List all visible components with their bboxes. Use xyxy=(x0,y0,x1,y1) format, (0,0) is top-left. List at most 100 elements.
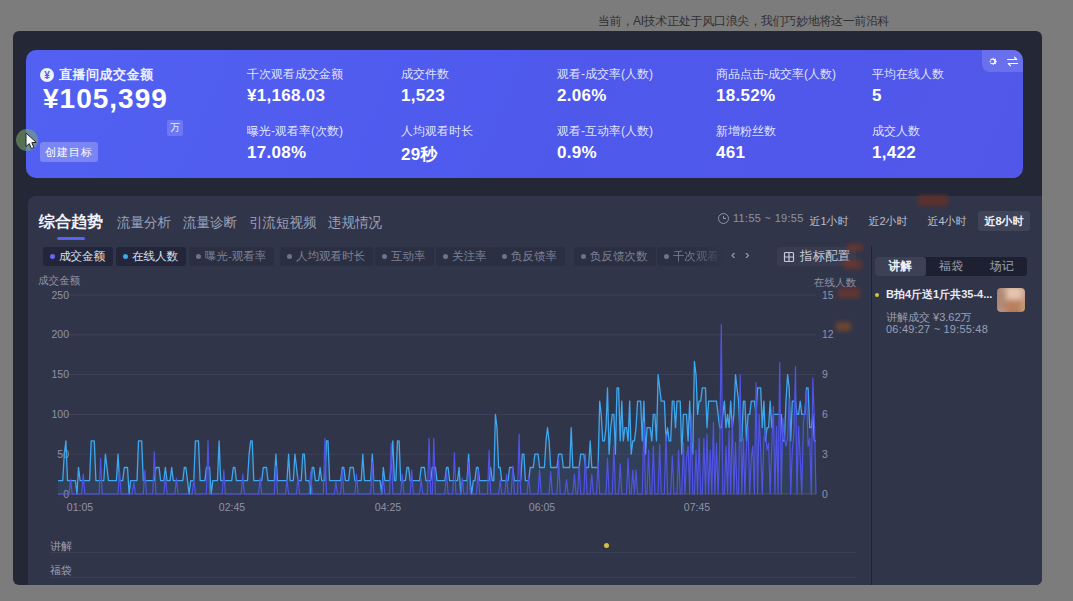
legend-dot xyxy=(443,254,448,259)
banner-metric: 成交人数 1,422 xyxy=(872,123,920,163)
legend-chip[interactable]: 负反馈率 xyxy=(495,247,565,266)
legend-dot xyxy=(196,254,201,259)
metric-value: 1,422 xyxy=(872,143,920,163)
legend-label: 互动率 xyxy=(391,249,426,264)
legend-chip[interactable]: 在线人数 xyxy=(116,247,186,266)
legend-label: 负反馈率 xyxy=(511,249,557,264)
legend-next-icon[interactable]: › xyxy=(745,247,749,262)
legend-chip[interactable]: 成交金额 xyxy=(43,247,113,266)
metric-value: 29秒 xyxy=(401,143,473,166)
banner-metric: 千次观看成交金额¥1,168.03 xyxy=(247,66,343,106)
range-button[interactable]: 近8小时 xyxy=(978,211,1030,231)
metric-label: 商品点击-成交率(人数) xyxy=(716,66,836,83)
swap-icon[interactable] xyxy=(1006,56,1019,67)
legend-label: 在线人数 xyxy=(132,249,178,264)
track-marker xyxy=(604,543,609,548)
metric-label: 平均在线人数 xyxy=(872,66,944,83)
banner-metric: 商品点击-成交率(人数) 18.52% xyxy=(716,66,836,106)
banner-metric: 新增粉丝数 461 xyxy=(716,123,776,163)
trend-chart[interactable]: 25015200121509100650300成交金额在线人数01:0502:4… xyxy=(28,271,871,521)
legend-prev-icon[interactable]: ‹ xyxy=(731,247,735,262)
legend-chip[interactable]: 负反馈次数 xyxy=(574,247,656,266)
redacted-smudge xyxy=(847,244,863,251)
mouse-cursor-icon xyxy=(25,133,38,150)
x-tick: 06:05 xyxy=(529,501,555,513)
y-left-tick: 50 xyxy=(57,448,69,460)
legend-chip[interactable]: 关注率 xyxy=(436,247,495,266)
range-button[interactable]: 近4小时 xyxy=(921,211,973,231)
legend-dot xyxy=(664,254,669,259)
redacted-smudge xyxy=(836,322,851,331)
clock-icon xyxy=(718,213,729,224)
metric-value: 461 xyxy=(716,143,776,163)
track-line xyxy=(50,577,856,578)
legend-chip[interactable]: 互动率 xyxy=(375,247,434,266)
banner-metric: 人均观看时长 29秒 xyxy=(401,123,473,166)
track-label-2: 福袋 xyxy=(50,563,72,578)
metric-label: 曝光-观看率(次数) xyxy=(247,123,343,140)
banner-metric: 观看-互动率(人数) 0.9% xyxy=(557,123,653,163)
x-tick: 02:45 xyxy=(219,501,245,513)
banner-toolbar xyxy=(982,50,1023,72)
redacted-smudge xyxy=(918,195,948,206)
legend-dot xyxy=(123,254,128,259)
tab-3[interactable]: 流量诊断 xyxy=(183,214,237,232)
metric-value: 0.9% xyxy=(557,143,653,163)
range-button[interactable]: 近2小时 xyxy=(862,211,914,231)
y-left-title: 成交金额 xyxy=(38,274,81,286)
metric-label: 新增粉丝数 xyxy=(716,123,776,140)
legend-label: 成交金额 xyxy=(59,249,105,264)
metric-value: 2.06% xyxy=(557,86,653,106)
banner-metric: 曝光-观看率(次数) 17.08% xyxy=(247,123,343,163)
banner-metric: 成交件数1,523 xyxy=(401,66,449,106)
legend-label: 关注率 xyxy=(452,249,487,264)
x-tick: 01:05 xyxy=(67,501,93,513)
tab-2[interactable]: 流量分析 xyxy=(117,214,171,232)
metric-label: 观看-成交率(人数) xyxy=(557,66,653,83)
metric-value: 5 xyxy=(872,86,944,106)
legend-dot xyxy=(581,254,586,259)
metric-value: 17.08% xyxy=(247,143,343,163)
y-right-title: 在线人数 xyxy=(813,276,857,288)
list-item-time: 06:49:27 ~ 19:55:48 xyxy=(886,323,988,335)
legend-label: 曝光-观看率 xyxy=(205,249,266,264)
legend-dot xyxy=(382,254,387,259)
legend-chip[interactable]: 千次观看 xyxy=(657,247,727,266)
x-tick: 04:25 xyxy=(375,501,401,513)
legend-dot xyxy=(287,254,292,259)
right-tab-福袋[interactable]: 福袋 xyxy=(926,257,977,276)
y-left-tick: 250 xyxy=(51,289,69,301)
legend-label: 千次观看 xyxy=(673,249,719,264)
y-right-tick: 3 xyxy=(822,448,828,460)
metric-value: 18.52% xyxy=(716,86,836,106)
legend-chip[interactable]: 人均观看时长 xyxy=(280,247,373,266)
y-right-tick: 0 xyxy=(822,488,828,500)
right-tab-场记[interactable]: 场记 xyxy=(976,257,1027,276)
range-button[interactable]: 近1小时 xyxy=(803,211,855,231)
legend-dot xyxy=(50,254,55,259)
create-goal-button[interactable]: 创建目标 xyxy=(40,142,98,162)
y-right-tick: 12 xyxy=(822,328,834,340)
right-tab-讲解[interactable]: 讲解 xyxy=(875,257,926,276)
metric-label: 成交件数 xyxy=(401,66,449,83)
tab-5[interactable]: 违规情况 xyxy=(328,214,382,232)
dashboard-panel: ¥ 直播间成交金额 ¥105,399 万 创建目标 千次观看成交金额¥1,168… xyxy=(13,31,1042,585)
metric-label: 千次观看成交金额 xyxy=(247,66,343,83)
track-line xyxy=(50,552,856,553)
list-item-title[interactable]: B拍4斤送1斤共35-4... xyxy=(886,287,1000,302)
gear-icon[interactable] xyxy=(987,56,998,67)
y-right-tick: 15 xyxy=(822,289,834,301)
gmv-banner: ¥ 直播间成交金额 ¥105,399 万 创建目标 千次观看成交金额¥1,168… xyxy=(26,50,1023,178)
active-tab-underline xyxy=(57,237,85,240)
x-tick: 07:45 xyxy=(684,501,710,513)
product-thumbnail[interactable] xyxy=(997,288,1025,312)
banner-metric: 平均在线人数 5 xyxy=(872,66,944,106)
tab-1[interactable]: 综合趋势 xyxy=(39,212,103,233)
banner-title-row: ¥ 直播间成交金额 xyxy=(40,66,154,84)
metric-label: 人均观看时长 xyxy=(401,123,473,140)
tab-4[interactable]: 引流短视频 xyxy=(249,214,317,232)
metric-label: 成交人数 xyxy=(872,123,920,140)
metric-label: 观看-互动率(人数) xyxy=(557,123,653,140)
right-panel-tabs: 讲解福袋场记 xyxy=(875,257,1027,276)
legend-chip[interactable]: 曝光-观看率 xyxy=(189,247,274,266)
